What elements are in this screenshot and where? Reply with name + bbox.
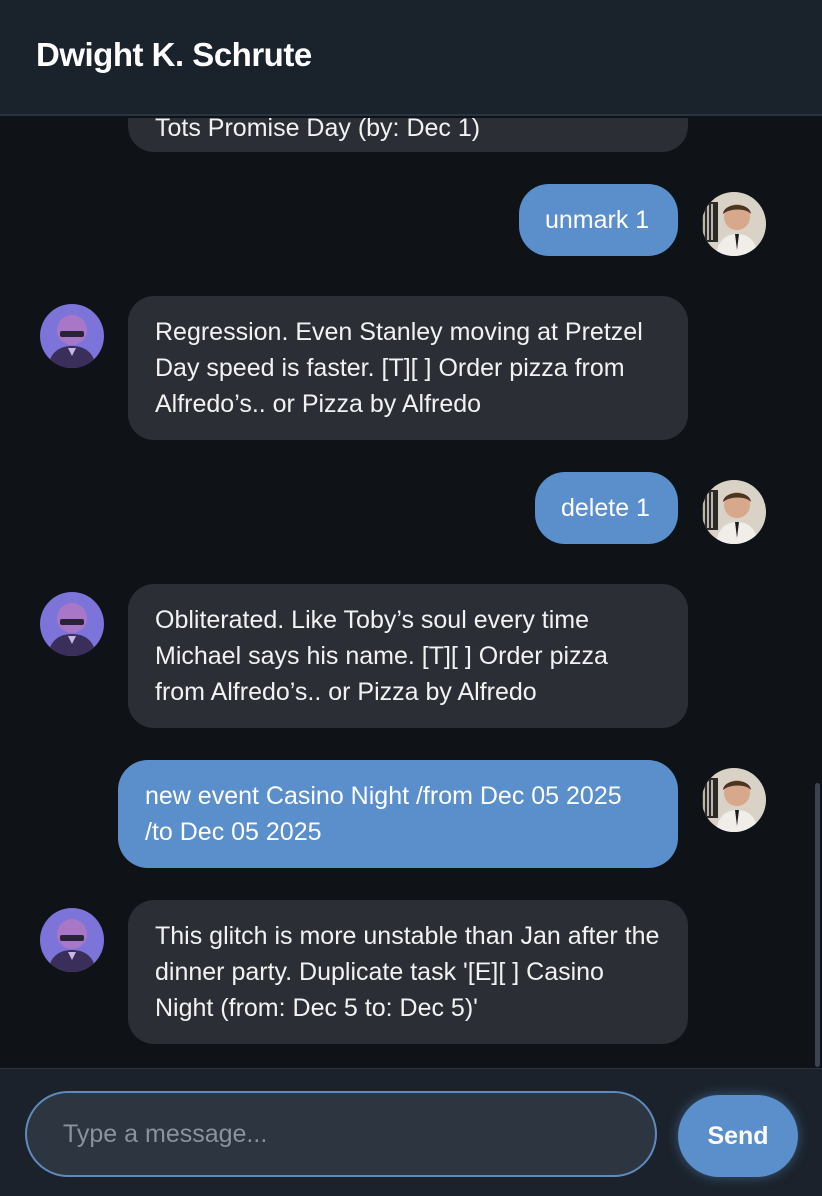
chat-app: Dwight K. Schrute Tots Promise Day (by: …: [0, 0, 822, 1196]
bot-avatar: [40, 304, 104, 368]
bot-message-text: Obliterated. Like Toby’s soul every time…: [155, 606, 608, 706]
bot-avatar: [40, 908, 104, 972]
jim-avatar-image: [702, 768, 766, 832]
message-input[interactable]: [25, 1091, 657, 1177]
user-avatar: [702, 768, 766, 832]
bot-message-text: This glitch is more unstable than Jan af…: [155, 922, 660, 1022]
user-avatar: [702, 192, 766, 256]
bot-message-bubble: Regression. Even Stanley moving at Pretz…: [128, 296, 688, 440]
user-message-bubble: new event Casino Night /from Dec 05 2025…: [118, 760, 678, 868]
bot-message-bubble: Obliterated. Like Toby’s soul every time…: [128, 584, 688, 728]
bot-message-text: Tots Promise Day (by: Dec 1): [155, 118, 481, 142]
message-composer: Send: [0, 1068, 822, 1196]
user-avatar: [702, 480, 766, 544]
jim-avatar-image: [702, 192, 766, 256]
message-scrollbar[interactable]: [815, 783, 820, 1067]
chat-header: Dwight K. Schrute: [0, 0, 822, 116]
jim-avatar-image: [702, 480, 766, 544]
user-message-text: new event Casino Night /from Dec 05 2025…: [145, 782, 622, 846]
dwight-avatar-image: [40, 304, 104, 368]
dwight-avatar-image: [40, 908, 104, 972]
dwight-avatar-image: [40, 592, 104, 656]
bot-message-bubble: This glitch is more unstable than Jan af…: [128, 900, 688, 1044]
chat-title: Dwight K. Schrute: [36, 36, 312, 73]
bot-message-bubble: Tots Promise Day (by: Dec 1): [128, 118, 688, 152]
send-button[interactable]: Send: [678, 1095, 798, 1177]
message-list[interactable]: Tots Promise Day (by: Dec 1) unmark 1 Re…: [0, 118, 822, 1068]
user-message-text: unmark 1: [545, 206, 650, 234]
bot-avatar: [40, 592, 104, 656]
bot-message-text: Regression. Even Stanley moving at Pretz…: [155, 318, 643, 418]
user-message-bubble: unmark 1: [519, 184, 678, 256]
user-message-bubble: delete 1: [535, 472, 678, 544]
user-message-text: delete 1: [561, 494, 650, 522]
